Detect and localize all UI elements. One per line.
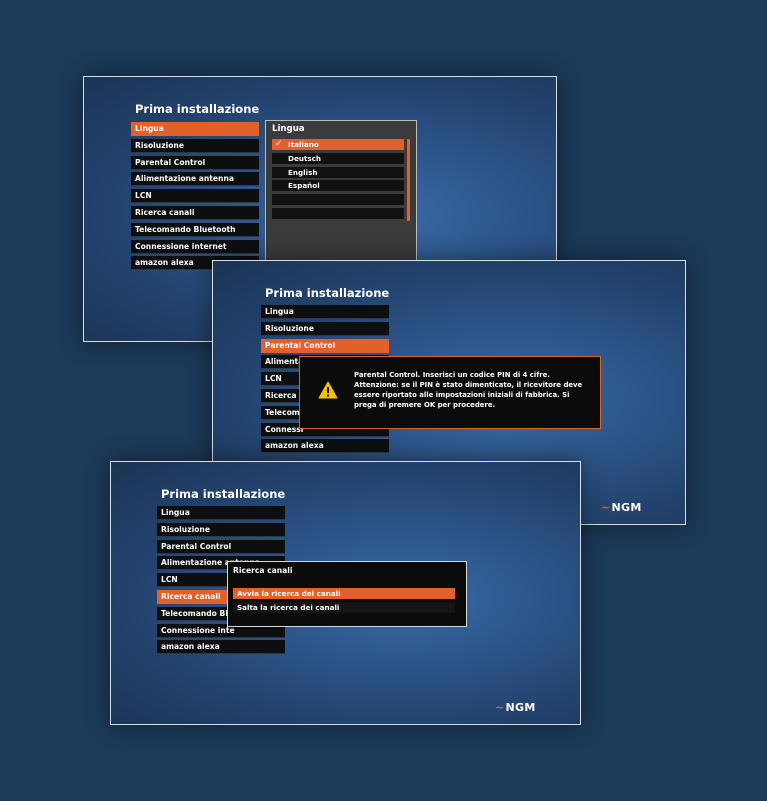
dialog-line: Parental Control. Inserisci un codice PI…: [354, 371, 550, 379]
menu-item-lingua[interactable]: Lingua: [157, 506, 285, 520]
language-panel-title: Lingua: [272, 124, 305, 134]
menu-item-ricerca-canali[interactable]: Ricerca canali: [131, 205, 259, 220]
logo-text: NGM: [505, 701, 536, 714]
skip-search-button[interactable]: Salta la ricerca dei canali: [233, 602, 455, 613]
menu-item-parental-control[interactable]: Parental Control: [131, 155, 259, 170]
menu-item-lingua[interactable]: Lingua: [261, 305, 389, 319]
ngm-logo: ~NGM: [599, 501, 642, 514]
scrollbar[interactable]: [407, 139, 410, 221]
language-option-label: Español: [288, 181, 320, 191]
language-option-espanol[interactable]: Español: [272, 180, 404, 192]
page-title: Prima installazione: [135, 102, 260, 116]
menu-item-lcn[interactable]: LCN: [131, 189, 259, 204]
menu-item-telecomando-bluetooth[interactable]: Telecomando Bluetooth: [131, 222, 259, 237]
menu-item-alimentazione-antenna[interactable]: Alimentazione antenna: [131, 172, 259, 187]
language-option-english[interactable]: English: [272, 166, 404, 178]
menu-item-parental-control[interactable]: Parental Control: [157, 539, 285, 554]
menu-item-lingua[interactable]: Lingua: [131, 122, 259, 136]
dialog-title: Ricerca canali: [233, 566, 293, 575]
language-option-label: Deutsch: [288, 153, 322, 163]
language-option-empty: [272, 194, 404, 206]
dialog-options: Avvia la ricerca dei canali Salta la ric…: [233, 588, 455, 616]
check-icon: ✓: [275, 139, 283, 149]
start-search-button[interactable]: Avvia la ricerca dei canali: [233, 588, 455, 599]
page-title: Prima installazione: [265, 286, 390, 300]
language-list: ✓ Italiano Deutsch English Español: [272, 139, 404, 222]
language-panel: Lingua ✓ Italiano Deutsch English Españo…: [265, 120, 417, 262]
dialog-line: Attenzione: se il PIN è stato dimenticat…: [354, 381, 583, 389]
language-option-deutsch[interactable]: Deutsch: [272, 152, 404, 164]
menu-item-risoluzione[interactable]: Risoluzione: [261, 321, 389, 336]
parental-control-dialog: Parental Control. Inserisci un codice PI…: [299, 356, 601, 429]
language-option-empty: [272, 207, 404, 219]
dialog-line: prega di premere OK per procedere.: [354, 401, 496, 409]
menu-item-parental-control[interactable]: Parental Control: [261, 338, 389, 353]
dialog-message: Parental Control. Inserisci un codice PI…: [354, 370, 590, 410]
language-option-italiano[interactable]: ✓ Italiano: [272, 139, 404, 150]
menu-item-risoluzione[interactable]: Risoluzione: [157, 522, 285, 537]
logo-text: NGM: [611, 501, 642, 514]
menu-item-risoluzione[interactable]: Risoluzione: [131, 138, 259, 153]
language-option-label: Italiano: [288, 140, 319, 149]
language-option-label: English: [288, 167, 318, 177]
menu-item-amazon-alexa[interactable]: amazon alexa: [261, 439, 389, 454]
settings-menu: Lingua Risoluzione Parental Control Alim…: [131, 122, 259, 273]
ngm-logo: ~NGM: [493, 701, 536, 714]
warning-icon: [318, 381, 338, 399]
menu-item-amazon-alexa[interactable]: amazon alexa: [157, 640, 285, 655]
page-title: Prima installazione: [161, 487, 286, 501]
channel-search-dialog: Ricerca canali Avvia la ricerca dei cana…: [227, 561, 467, 627]
menu-item-connessione-internet[interactable]: Connessione internet: [131, 239, 259, 254]
dialog-line: essere riportato alle impostazioni inizi…: [354, 391, 570, 399]
tv-screen-channel-search: Prima installazione Lingua Risoluzione P…: [110, 461, 581, 725]
